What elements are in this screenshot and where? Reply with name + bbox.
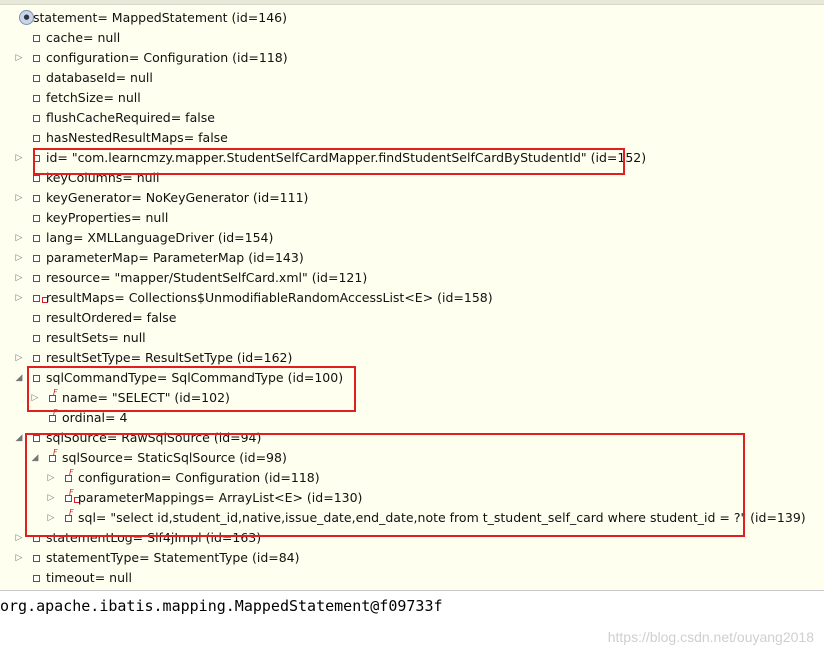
variable-label: flushCacheRequired= false [46, 110, 215, 125]
expand-toggle-collapsed-icon[interactable]: ▷ [13, 248, 25, 268]
variable-row[interactable]: timeout= null [0, 568, 824, 588]
variable-row[interactable]: flushCacheRequired= false [0, 108, 824, 128]
expand-toggle-collapsed-icon[interactable]: ▷ [13, 288, 25, 308]
field-icon [30, 128, 44, 148]
variable-label: resultSets= null [46, 330, 146, 345]
variable-label: fetchSize= null [46, 90, 141, 105]
variable-label: configuration= Configuration (id=118) [46, 50, 288, 65]
field-icon [30, 48, 44, 68]
expand-toggle-expanded-icon[interactable]: ◢ [13, 368, 25, 388]
variable-row[interactable]: ● statement= MappedStatement (id=146) [0, 8, 824, 28]
field-icon [30, 88, 44, 108]
expand-toggle-collapsed-icon[interactable]: ▷ [13, 548, 25, 568]
expand-toggle-collapsed-icon[interactable]: ▷ [13, 528, 25, 548]
variable-label: resource= "mapper/StudentSelfCard.xml" (… [46, 270, 368, 285]
detail-pane[interactable]: org.apache.ibatis.mapping.MappedStatemen… [0, 591, 824, 658]
field-icon [30, 308, 44, 328]
variable-label: parameterMap= ParameterMap (id=143) [46, 250, 304, 265]
detail-text: org.apache.ibatis.mapping.MappedStatemen… [0, 597, 443, 615]
highlight-box-id [33, 148, 625, 175]
variable-label: keyProperties= null [46, 210, 169, 225]
variable-row[interactable]: ▷ lang= XMLLanguageDriver (id=154) [0, 228, 824, 248]
variable-row[interactable]: ▷ configuration= Configuration (id=118) [0, 48, 824, 68]
variable-row[interactable]: ▷ resultSetType= ResultSetType (id=162) [0, 348, 824, 368]
variable-label: lang= XMLLanguageDriver (id=154) [46, 230, 274, 245]
field-icon [30, 328, 44, 348]
variable-row[interactable]: fetchSize= null [0, 88, 824, 108]
expand-toggle-collapsed-icon[interactable]: ▷ [13, 348, 25, 368]
variable-row[interactable]: ▷ resource= "mapper/StudentSelfCard.xml" … [0, 268, 824, 288]
variable-row[interactable]: resultOrdered= false [0, 308, 824, 328]
variable-row[interactable]: databaseId= null [0, 68, 824, 88]
field-icon [30, 268, 44, 288]
field-icon [30, 348, 44, 368]
field-icon [30, 248, 44, 268]
field-icon [30, 208, 44, 228]
expand-toggle-collapsed-icon[interactable]: ▷ [13, 148, 25, 168]
field-icon [30, 228, 44, 248]
variable-row[interactable]: resultSets= null [0, 328, 824, 348]
variable-row[interactable]: ▷ statementType= StatementType (id=84) [0, 548, 824, 568]
highlight-box-sqlcommandtype [27, 366, 356, 412]
variable-row[interactable]: ▷ resultMaps= Collections$UnmodifiableRan… [0, 288, 824, 308]
variable-label: cache= null [46, 30, 121, 45]
field-icon [30, 568, 44, 588]
field-icon [30, 108, 44, 128]
field-icon [30, 68, 44, 88]
variable-row[interactable]: ▷ keyGenerator= NoKeyGenerator (id=111) [0, 188, 824, 208]
variable-label: keyGenerator= NoKeyGenerator (id=111) [46, 190, 309, 205]
top-column-strip [0, 0, 824, 5]
gear-icon: ● [17, 8, 34, 28]
variable-label: hasNestedResultMaps= false [46, 130, 228, 145]
collection-field-icon [30, 288, 48, 308]
watermark: https://blog.csdn.net/ouyang2018 [607, 629, 814, 645]
variable-row[interactable]: keyProperties= null [0, 208, 824, 228]
variable-row[interactable]: cache= null [0, 28, 824, 48]
variable-label: databaseId= null [46, 70, 153, 85]
variable-label: resultMaps= Collections$UnmodifiableRand… [46, 290, 493, 305]
expand-toggle-collapsed-icon[interactable]: ▷ [13, 268, 25, 288]
variable-row[interactable]: hasNestedResultMaps= false [0, 128, 824, 148]
expand-toggle-collapsed-icon[interactable]: ▷ [13, 188, 25, 208]
variable-label: resultOrdered= false [46, 310, 177, 325]
highlight-box-sqlsource [25, 433, 745, 537]
variable-label: timeout= null [46, 570, 132, 585]
variable-row[interactable]: ▷ parameterMap= ParameterMap (id=143) [0, 248, 824, 268]
expand-toggle-expanded-icon[interactable]: ◢ [13, 428, 25, 448]
field-icon [30, 548, 44, 568]
variable-label: statementType= StatementType (id=84) [46, 550, 300, 565]
variables-tree[interactable]: ● statement= MappedStatement (id=146) cach… [0, 0, 824, 590]
variable-label: statement= MappedStatement (id=146) [33, 10, 287, 25]
expand-toggle-collapsed-icon[interactable]: ▷ [13, 228, 25, 248]
variable-label: resultSetType= ResultSetType (id=162) [46, 350, 293, 365]
field-icon [30, 188, 44, 208]
expand-toggle-collapsed-icon[interactable]: ▷ [13, 48, 25, 68]
field-icon [30, 28, 44, 48]
